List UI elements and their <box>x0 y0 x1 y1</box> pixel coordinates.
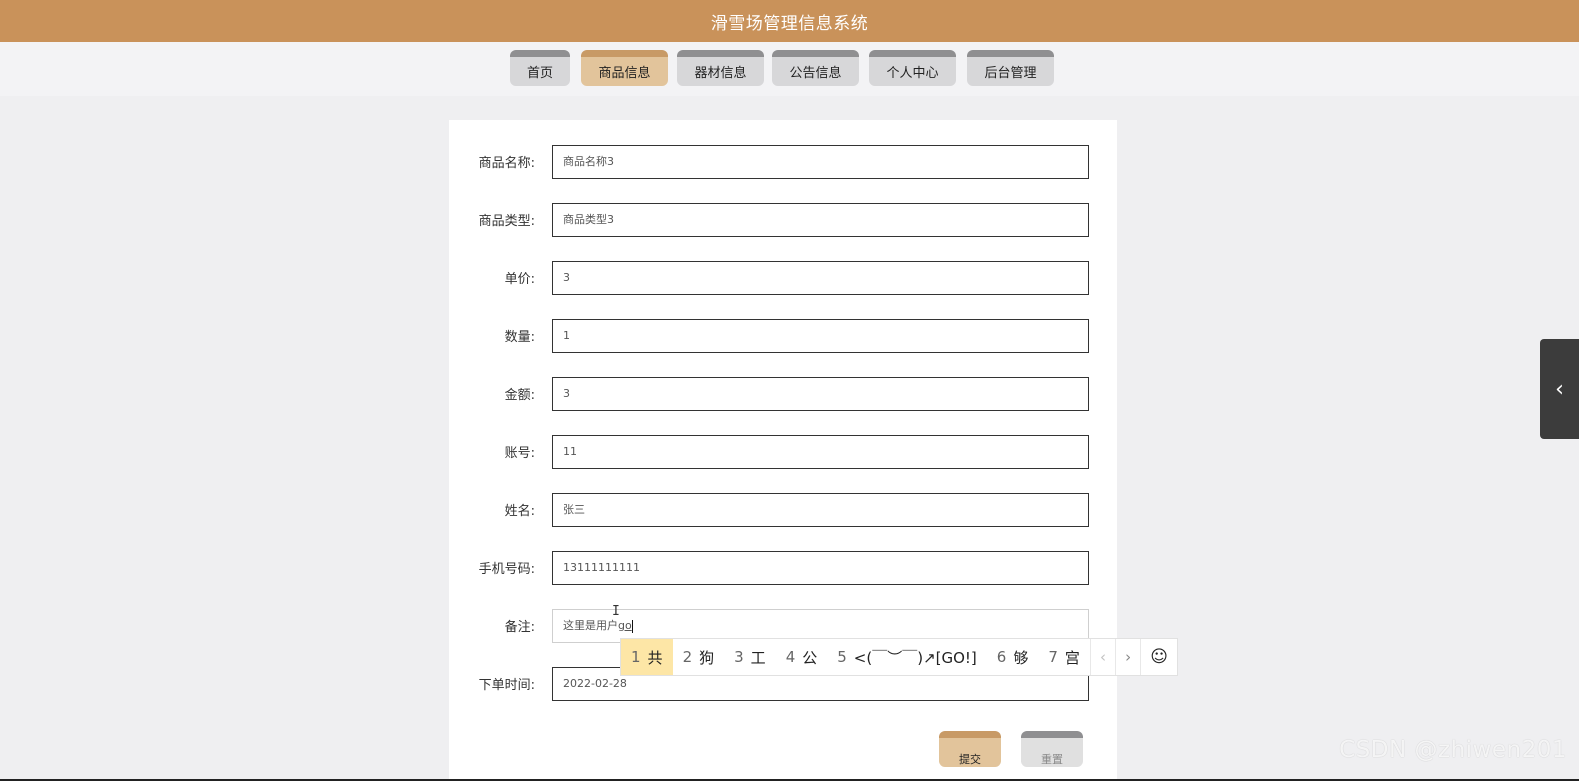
text-caret <box>631 619 633 633</box>
nav-item-admin[interactable]: 后台管理 <box>967 50 1054 86</box>
text-cursor-icon: I <box>612 604 620 619</box>
name-field[interactable]: 张三 <box>552 493 1089 527</box>
account-field[interactable]: 11 <box>552 435 1089 469</box>
quantity-label: 数量: <box>504 330 535 345</box>
ime-candidate-number: 2 <box>682 648 693 666</box>
remark-label: 备注: <box>504 620 535 635</box>
ime-next-page-icon[interactable]: › <box>1115 639 1140 675</box>
ime-candidate-4[interactable]: 4公 <box>776 639 828 675</box>
product-name-field[interactable]: 商品名称3 <box>552 145 1089 179</box>
submit-button[interactable]: 提交 <box>939 731 1001 767</box>
watermark: CSDN @zhiwen201 <box>1339 737 1567 763</box>
ime-candidate-text: 公 <box>802 648 818 667</box>
ime-candidate-number: 4 <box>785 648 796 666</box>
order-time-label: 下单时间: <box>478 678 535 693</box>
amount-field[interactable]: 3 <box>552 377 1089 411</box>
account-label: 账号: <box>504 446 535 461</box>
nav-item-announcements[interactable]: 公告信息 <box>772 50 859 86</box>
phone-field[interactable]: 13111111111 <box>552 551 1089 585</box>
nav-item-personal-center[interactable]: 个人中心 <box>869 50 956 86</box>
ime-candidate-6[interactable]: 6够 <box>987 639 1039 675</box>
name-label: 姓名: <box>504 504 535 519</box>
app-header: 滑雪场管理信息系统 <box>0 0 1579 42</box>
product-type-field[interactable]: 商品类型3 <box>552 203 1089 237</box>
remark-text: 这里是用户 <box>563 619 618 632</box>
phone-label: 手机号码: <box>478 562 535 577</box>
ime-candidate-text: 够 <box>1013 648 1029 667</box>
form-row-phone: 手机号码: 13111111111 <box>449 551 1117 585</box>
ime-candidate-3[interactable]: 3工 <box>724 639 776 675</box>
ime-candidate-number: 3 <box>734 648 744 666</box>
side-panel-toggle[interactable]: ‹ <box>1540 339 1579 439</box>
app-title: 滑雪场管理信息系统 <box>710 13 869 34</box>
ime-candidate-bar: 1共 2狗 3工 4公 5 <(￣︶￣)↗[GO!] 6够 7宫 ‹ › ☺ <box>620 638 1178 676</box>
ime-candidate-text: 工 <box>750 648 766 667</box>
ime-candidate-7[interactable]: 7宫 <box>1038 639 1090 675</box>
ime-candidate-text: 狗 <box>699 648 715 667</box>
unit-price-label: 单价: <box>504 272 535 287</box>
order-form: 商品名称: 商品名称3 商品类型: 商品类型3 单价: 3 数量: 1 金额: … <box>449 120 1117 781</box>
form-row-account: 账号: 11 <box>449 435 1117 469</box>
ime-candidate-number: 1 <box>631 648 641 666</box>
product-name-label: 商品名称: <box>478 156 535 171</box>
ime-candidate-number: 6 <box>996 648 1007 666</box>
form-row-name: 姓名: 张三 <box>449 493 1117 527</box>
form-row-quantity: 数量: 1 <box>449 319 1117 353</box>
ime-emoji-icon[interactable]: ☺ <box>1140 639 1177 675</box>
ime-candidate-2[interactable]: 2狗 <box>673 639 725 675</box>
ime-prev-page-icon[interactable]: ‹ <box>1089 639 1115 675</box>
nav-item-equipment[interactable]: 器材信息 <box>677 50 764 86</box>
amount-label: 金额: <box>504 388 535 403</box>
unit-price-field[interactable]: 3 <box>552 261 1089 295</box>
ime-candidate-text: <(￣︶￣)↗[GO!] <box>853 648 977 667</box>
form-row-product-type: 商品类型: 商品类型3 <box>449 203 1117 237</box>
quantity-field[interactable]: 1 <box>552 319 1089 353</box>
form-row-amount: 金额: 3 <box>449 377 1117 411</box>
nav-item-home[interactable]: 首页 <box>510 50 570 86</box>
ime-candidate-text: 共 <box>647 648 663 667</box>
product-type-label: 商品类型: <box>478 214 535 229</box>
reset-button[interactable]: 重置 <box>1021 731 1083 767</box>
ime-candidate-1[interactable]: 1共 <box>621 639 673 675</box>
chevron-left-icon: ‹ <box>1555 376 1564 402</box>
ime-candidate-number: 7 <box>1048 648 1058 666</box>
nav-item-products[interactable]: 商品信息 <box>581 50 668 86</box>
ime-candidate-number: 5 <box>837 648 847 666</box>
nav-bar: 首页 商品信息 器材信息 公告信息 个人中心 后台管理 <box>0 42 1579 96</box>
ime-candidate-text: 宫 <box>1064 648 1080 667</box>
ime-candidate-5[interactable]: 5 <(￣︶￣)↗[GO!] <box>827 639 987 675</box>
form-row-product-name: 商品名称: 商品名称3 <box>449 145 1117 179</box>
remark-composition: go <box>618 619 632 632</box>
form-row-unit-price: 单价: 3 <box>449 261 1117 295</box>
